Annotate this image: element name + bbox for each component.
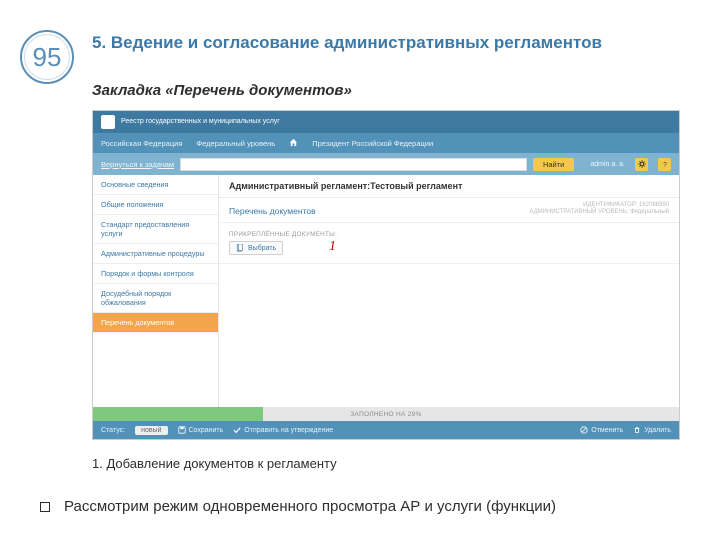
sidebar-item[interactable]: Досудебный порядок обжалования (93, 284, 218, 313)
file-icon (236, 244, 244, 252)
meta-info: ИДЕНТИФИКАТОР: 162086990 АДМИНИСТРАТИВНЫ… (529, 202, 669, 216)
main-header: Административный регламент:Тестовый регл… (219, 175, 679, 198)
status-value: новый (135, 426, 167, 435)
user-label: admin a. a. (590, 161, 625, 168)
progress-bar: ЗАПОЛНЕНО НА 29% (93, 407, 679, 421)
save-button[interactable]: Сохранить (178, 426, 224, 434)
choose-file-button[interactable]: Выбрать (229, 241, 283, 255)
trash-icon (633, 426, 641, 434)
brand-bar: Реестр государственных и муниципальных у… (93, 111, 679, 133)
region-label[interactable]: Российская Федерация (101, 139, 182, 148)
home-icon (289, 138, 298, 149)
app-screenshot: Реестр государственных и муниципальных у… (92, 110, 680, 440)
attachments-label: ПРИКРЕПЛЁННЫЕ ДОКУМЕНТЫ: (229, 231, 669, 238)
sidebar: Основные сведения Общие положения Станда… (93, 175, 219, 407)
page-number: 95 (20, 30, 74, 84)
brand-logo (101, 115, 115, 129)
footer-bar: Статус: новый Сохранить Отправить на утв… (93, 421, 679, 439)
save-icon (178, 426, 186, 434)
brand-text: Реестр государственных и муниципальных у… (121, 118, 280, 126)
help-icon[interactable]: ? (658, 158, 671, 171)
search-input[interactable] (180, 158, 527, 171)
bullet-marker (40, 502, 50, 512)
cancel-button[interactable]: Отменить (580, 426, 623, 434)
tab-title: Перечень документов (229, 206, 316, 216)
bullet-text: Рассмотрим режим одновременного просмотр… (64, 498, 556, 515)
settings-icon[interactable] (635, 158, 648, 171)
sidebar-item[interactable]: Основные сведения (93, 175, 218, 195)
sidebar-item[interactable]: Административные процедуры (93, 244, 218, 264)
choose-file-label: Выбрать (248, 245, 276, 252)
cancel-icon (580, 426, 588, 434)
sidebar-item[interactable]: Порядок и формы контроля (93, 264, 218, 284)
status-label: Статус: (101, 427, 125, 434)
submit-button[interactable]: Отправить на утверждение (233, 426, 333, 434)
section-heading: 5. Ведение и согласование административн… (92, 32, 680, 54)
admin-level: АДМИНИСТРАТИВНЫЙ УРОВЕНЬ: Федеральный (529, 209, 669, 216)
sidebar-item[interactable]: Стандарт предоставления услуги (93, 215, 218, 244)
check-icon (233, 426, 241, 434)
caption-1: 1. Добавление документов к регламенту (92, 456, 337, 471)
search-bar: Вернуться к задачам Найти admin a. a. ? (93, 153, 679, 175)
top-nav: Российская Федерация Федеральный уровень… (93, 133, 679, 153)
callout-1: 1 (329, 239, 336, 255)
svg-text:?: ? (663, 161, 667, 168)
main-panel: Административный регламент:Тестовый регл… (219, 175, 679, 407)
page-number-badge: 95 (20, 30, 74, 84)
regulation-title: Административный регламент:Тестовый регл… (229, 181, 669, 191)
attachments-block: ПРИКРЕПЛЁННЫЕ ДОКУМЕНТЫ: Выбрать (219, 223, 679, 264)
president-label[interactable]: Президент Российской Федерации (312, 139, 433, 148)
delete-button[interactable]: Удалить (633, 426, 671, 434)
bullet-item: Рассмотрим режим одновременного просмотр… (40, 498, 690, 515)
progress-text: ЗАПОЛНЕНО НА 29% (93, 407, 679, 421)
find-button[interactable]: Найти (533, 158, 574, 171)
section-subheading: Закладка «Перечень документов» (92, 82, 680, 99)
back-link[interactable]: Вернуться к задачам (101, 160, 174, 169)
sidebar-item-active[interactable]: Перечень документов (93, 313, 218, 333)
sidebar-item[interactable]: Общие положения (93, 195, 218, 215)
level-label[interactable]: Федеральный уровень (196, 139, 275, 148)
